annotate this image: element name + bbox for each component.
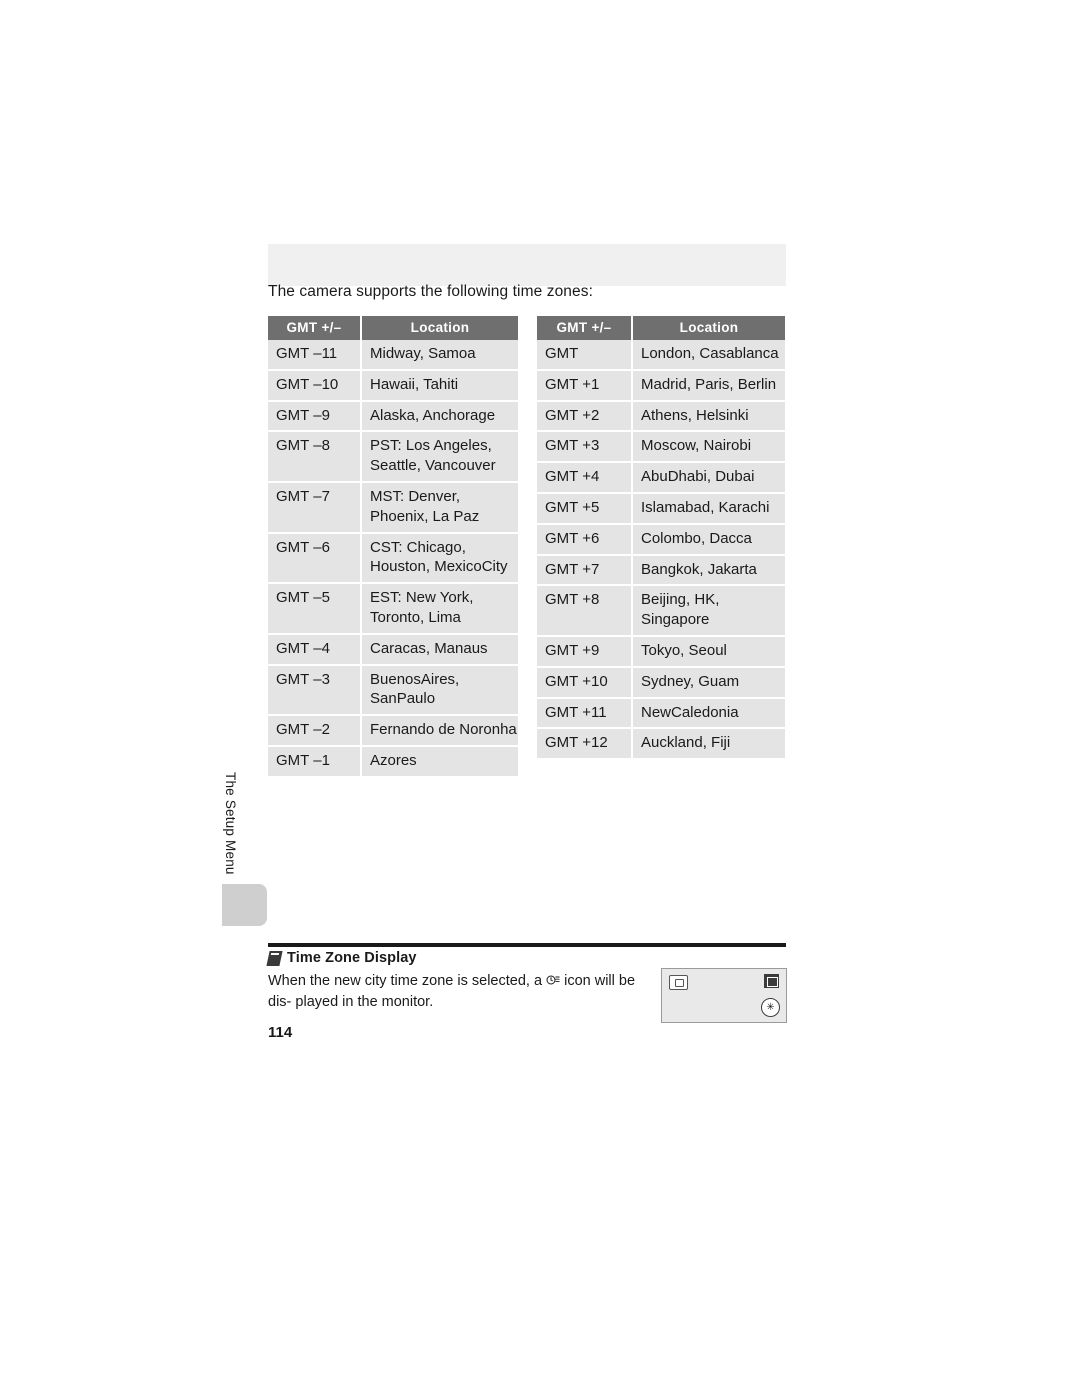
mode-icon bbox=[764, 974, 779, 988]
cell-gmt: GMT –4 bbox=[268, 633, 362, 666]
cell-location: PST: Los Angeles, Seattle, Vancouver bbox=[361, 431, 518, 483]
cell-location: London, Casablanca bbox=[632, 340, 785, 371]
column-header-location: Location bbox=[632, 316, 785, 340]
cell-gmt: GMT –3 bbox=[268, 664, 362, 717]
note-text-before: When the new city time zone is selected,… bbox=[268, 973, 543, 989]
table-row: GMT +7 Bangkok, Jakarta bbox=[537, 554, 785, 587]
monitor-illustration: ✳ bbox=[661, 968, 787, 1023]
cell-gmt: GMT +11 bbox=[537, 697, 633, 730]
table-row: GMT –8 PST: Los Angeles, Seattle, Vancouve… bbox=[268, 431, 518, 483]
cell-gmt: GMT –8 bbox=[268, 431, 362, 483]
table-body-left: GMT –11 Midway, Samoa GMT –10 Hawaii, Tahit… bbox=[268, 340, 518, 778]
cell-location: Athens, Helsinki bbox=[632, 400, 785, 433]
table-row: GMT –10 Hawaii, Tahiti bbox=[268, 369, 518, 402]
cell-gmt: GMT –9 bbox=[268, 400, 362, 433]
cell-gmt: GMT –2 bbox=[268, 715, 362, 747]
table-header-row: GMT +/– Location bbox=[537, 316, 785, 340]
timezone-table-right: GMT +/– Location GMT London, Casablanca GM… bbox=[537, 316, 785, 761]
table-body-right: GMT London, Casablanca GMT +1 Madrid, Paris… bbox=[537, 340, 785, 761]
timezone-badge-icon: ✳ bbox=[761, 998, 780, 1017]
cell-gmt: GMT +1 bbox=[537, 369, 633, 402]
cell-location: Colombo, Dacca bbox=[632, 523, 785, 556]
column-header-gmt: GMT +/– bbox=[268, 316, 362, 340]
cell-location: CST: Chicago, Houston, MexicoCity bbox=[361, 532, 518, 585]
cell-gmt: GMT +8 bbox=[537, 585, 633, 637]
table-row: GMT –2 Fernando de Noronha bbox=[268, 715, 518, 747]
cell-gmt: GMT +9 bbox=[537, 635, 633, 668]
cell-location: Bangkok, Jakarta bbox=[632, 554, 785, 587]
column-header-location: Location bbox=[361, 316, 518, 340]
cell-location: EST: New York, Toronto, Lima bbox=[361, 583, 518, 635]
pencil-icon bbox=[266, 950, 283, 966]
intro-text: The camera supports the following time z… bbox=[268, 283, 593, 300]
table-row: GMT +10 Sydney, Guam bbox=[537, 666, 785, 699]
note-text-line2: played in the monitor. bbox=[295, 994, 434, 1011]
picture-icon bbox=[669, 975, 688, 990]
cell-gmt: GMT +4 bbox=[537, 462, 633, 494]
cell-location: Caracas, Manaus bbox=[361, 633, 518, 666]
cell-location: Moscow, Nairobi bbox=[632, 431, 785, 464]
cell-location: NewCaledonia bbox=[632, 697, 785, 730]
cell-gmt: GMT bbox=[537, 340, 633, 371]
cell-gmt: GMT +5 bbox=[537, 492, 633, 525]
table-row: GMT –11 Midway, Samoa bbox=[268, 340, 518, 371]
table-row: GMT +4 AbuDhabi, Dubai bbox=[537, 462, 785, 494]
table-row: GMT +1 Madrid, Paris, Berlin bbox=[537, 369, 785, 402]
note-title: Time Zone Display bbox=[287, 950, 417, 966]
table-row: GMT –6 CST: Chicago, Houston, MexicoCity bbox=[268, 532, 518, 585]
table-row: GMT –4 Caracas, Manaus bbox=[268, 633, 518, 666]
cell-location: Fernando de Noronha bbox=[361, 715, 518, 747]
header-band bbox=[268, 244, 786, 286]
cell-location: Beijing, HK, Singapore bbox=[632, 585, 785, 637]
table-row: GMT –7 MST: Denver, Phoenix, La Paz bbox=[268, 481, 518, 534]
cell-gmt: GMT +7 bbox=[537, 554, 633, 587]
cell-gmt: GMT –1 bbox=[268, 745, 362, 778]
cell-gmt: GMT +3 bbox=[537, 431, 633, 464]
note-divider bbox=[268, 943, 786, 947]
note-body: When the new city time zone is selected,… bbox=[268, 971, 658, 1013]
note-heading: Time Zone Display bbox=[266, 950, 417, 966]
cell-location: Tokyo, Seoul bbox=[632, 635, 785, 668]
table-header-row: GMT +/– Location bbox=[268, 316, 518, 340]
table-row: GMT +5 Islamabad, Karachi bbox=[537, 492, 785, 525]
cell-gmt: GMT –10 bbox=[268, 369, 362, 402]
timezone-table-left: GMT +/– Location GMT –11 Midway, Samoa GMT… bbox=[268, 316, 518, 778]
cell-gmt: GMT +6 bbox=[537, 523, 633, 556]
cell-location: Azores bbox=[361, 745, 518, 778]
cell-gmt: GMT –6 bbox=[268, 532, 362, 585]
table-row: GMT +6 Colombo, Dacca bbox=[537, 523, 785, 556]
page-number: 114 bbox=[268, 1024, 293, 1041]
cell-location: Islamabad, Karachi bbox=[632, 492, 785, 525]
table-row: GMT –9 Alaska, Anchorage bbox=[268, 400, 518, 433]
table-row: GMT –3 BuenosAires, SanPaulo bbox=[268, 664, 518, 717]
table-row: GMT –5 EST: New York, Toronto, Lima bbox=[268, 583, 518, 635]
cell-location: MST: Denver, Phoenix, La Paz bbox=[361, 481, 518, 534]
column-header-gmt: GMT +/– bbox=[537, 316, 633, 340]
table-row: GMT +2 Athens, Helsinki bbox=[537, 400, 785, 433]
document-page: The camera supports the following time z… bbox=[0, 0, 1080, 1397]
cell-location: Midway, Samoa bbox=[361, 340, 518, 371]
table-row: GMT +11 NewCaledonia bbox=[537, 697, 785, 730]
table-row: GMT –1 Azores bbox=[268, 745, 518, 778]
cell-gmt: GMT –5 bbox=[268, 583, 362, 635]
table-row: GMT +3 Moscow, Nairobi bbox=[537, 431, 785, 464]
cell-location: Sydney, Guam bbox=[632, 666, 785, 699]
table-row: GMT +9 Tokyo, Seoul bbox=[537, 635, 785, 668]
cell-location: Alaska, Anchorage bbox=[361, 400, 518, 433]
table-row: GMT London, Casablanca bbox=[537, 340, 785, 371]
travel-clock-icon bbox=[546, 974, 560, 986]
cell-location: AbuDhabi, Dubai bbox=[632, 462, 785, 494]
cell-gmt: GMT –7 bbox=[268, 481, 362, 534]
cell-gmt: GMT +10 bbox=[537, 666, 633, 699]
table-row: GMT +12 Auckland, Fiji bbox=[537, 728, 785, 761]
cell-location: Madrid, Paris, Berlin bbox=[632, 369, 785, 402]
side-tab-marker bbox=[222, 884, 267, 926]
cell-location: BuenosAires, SanPaulo bbox=[361, 664, 518, 717]
cell-gmt: GMT +12 bbox=[537, 728, 633, 761]
cell-gmt: GMT –11 bbox=[268, 340, 362, 371]
cell-location: Auckland, Fiji bbox=[632, 728, 785, 761]
cell-location: Hawaii, Tahiti bbox=[361, 369, 518, 402]
table-row: GMT +8 Beijing, HK, Singapore bbox=[537, 585, 785, 637]
cell-gmt: GMT +2 bbox=[537, 400, 633, 433]
